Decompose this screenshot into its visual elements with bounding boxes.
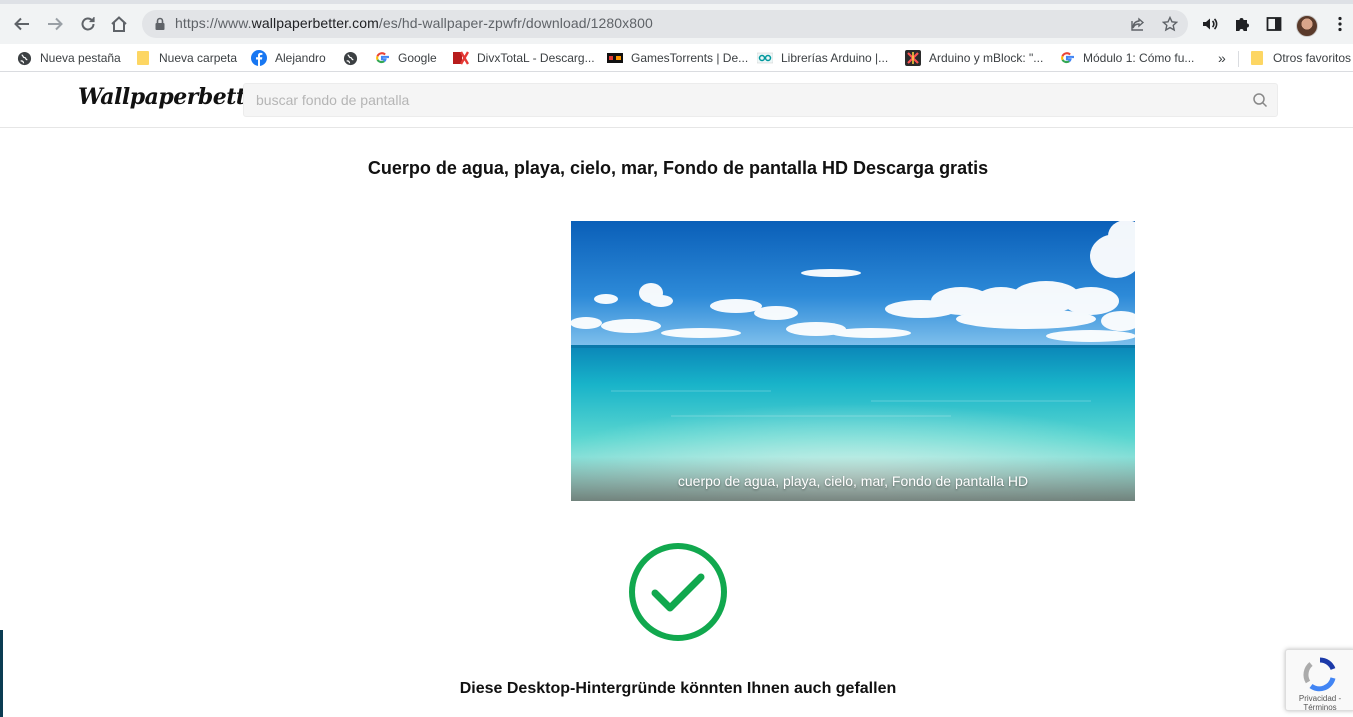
page-title: Cuerpo de agua, playa, cielo, mar, Fondo… <box>367 158 989 178</box>
bookmark-label: Nueva carpeta <box>159 51 238 65</box>
speaker-icon <box>1203 18 1218 30</box>
browser-toolbar: https://www.wallpaperbetter.com/es/hd-wa… <box>0 0 1353 44</box>
suggestions-heading: Diese Desktop-Hintergründe könnten Ihnen… <box>459 680 897 697</box>
folder-icon <box>1249 50 1265 66</box>
bookmark-gamestorrents[interactable]: GamesTorrents | De... <box>607 48 748 68</box>
bookmark-label: Módulo 1: Cómo fu... <box>1083 51 1195 65</box>
sidepanel-icon <box>1266 17 1282 31</box>
extensions-button[interactable] <box>1233 15 1251 33</box>
bookmark-nueva-carpeta[interactable]: Nueva carpeta <box>135 48 237 68</box>
bookmark-librerias-arduino[interactable]: Librerías Arduino |... <box>757 48 888 68</box>
profile-avatar[interactable] <box>1296 15 1318 37</box>
share-icon[interactable] <box>1130 16 1146 32</box>
mblock-icon <box>905 50 921 66</box>
search-box <box>243 83 1278 117</box>
recaptcha-terms-link[interactable]: Términos <box>1303 703 1336 710</box>
bookmark-label: Nueva pestaña <box>40 51 121 65</box>
facebook-icon <box>251 50 267 66</box>
window-edge <box>0 630 3 717</box>
star-icon[interactable] <box>1162 16 1178 32</box>
bookmark-globe[interactable] <box>342 48 366 68</box>
folder-icon <box>135 50 151 66</box>
lock-icon[interactable] <box>154 17 166 31</box>
bookmarks-overflow-button[interactable]: » <box>1218 48 1226 68</box>
bookmarks-bar: Nueva pestaña Nueva carpeta Alejandro Go… <box>0 44 1353 72</box>
recaptcha-privacy-link[interactable]: Privacidad <box>1299 694 1336 703</box>
image-caption: cuerpo de agua, playa, cielo, mar, Fondo… <box>571 457 1135 501</box>
puzzle-icon <box>1236 18 1249 31</box>
site-header: Wallpaperbetter <box>0 72 1353 128</box>
search-icon[interactable] <box>1252 92 1268 108</box>
bookmark-label: GamesTorrents | De... <box>631 51 749 65</box>
bookmark-label: Google <box>398 51 437 65</box>
google-icon <box>1059 50 1075 66</box>
search-input[interactable] <box>256 90 1236 110</box>
wallpaper-image[interactable]: cuerpo de agua, playa, cielo, mar, Fondo… <box>571 221 1135 501</box>
bookmark-otros-favoritos[interactable]: Otros favoritos <box>1249 48 1351 68</box>
bookmark-google[interactable]: Google <box>374 48 437 68</box>
url-path: /es/hd-wallpaper-zpwfr/download/1280x800 <box>378 15 653 31</box>
reload-button[interactable] <box>76 12 100 36</box>
sidepanel-button[interactable] <box>1265 15 1283 33</box>
globe-icon <box>16 50 32 66</box>
bookmark-label: DivxTotaL - Descarg... <box>477 51 595 65</box>
forward-icon <box>48 17 63 31</box>
site-logo[interactable]: Wallpaperbetter <box>78 84 271 110</box>
bookmark-divxtotal[interactable]: DivxTotaL - Descarg... <box>453 48 595 68</box>
bookmark-arduino-mblock[interactable]: Arduino y mBlock: "... <box>905 48 1043 68</box>
globe-icon <box>342 50 358 66</box>
home-icon <box>111 16 127 32</box>
recaptcha-badge[interactable]: Privacidad - Términos <box>1285 649 1353 711</box>
google-icon <box>374 50 390 66</box>
kebab-menu-icon <box>1338 16 1342 32</box>
back-icon <box>14 17 29 31</box>
reload-icon <box>81 17 95 31</box>
recaptcha-separator: - <box>1336 694 1342 703</box>
bookmark-label: Librerías Arduino |... <box>781 51 889 65</box>
bookmark-label: Arduino y mBlock: "... <box>929 51 1044 65</box>
url-prefix: https://www. <box>175 15 252 31</box>
speaker-button[interactable] <box>1201 15 1219 33</box>
home-button[interactable] <box>107 12 131 36</box>
bookmark-modulo-1[interactable]: Módulo 1: Cómo fu... <box>1059 48 1194 68</box>
bookmarks-divider <box>1238 51 1239 67</box>
address-bar[interactable]: https://www.wallpaperbetter.com/es/hd-wa… <box>142 10 1188 38</box>
bookmark-nueva-pestana[interactable]: Nueva pestaña <box>16 48 121 68</box>
url-text[interactable]: https://www.wallpaperbetter.com/es/hd-wa… <box>175 15 653 31</box>
bookmark-label: Alejandro <box>275 51 326 65</box>
arduino-icon <box>757 50 773 66</box>
recaptcha-links: Privacidad - Términos <box>1286 694 1353 710</box>
bookmark-label: Otros favoritos <box>1273 51 1352 65</box>
menu-button[interactable] <box>1331 15 1349 33</box>
chevron-double-right-icon: » <box>1218 50 1226 66</box>
gamestorrents-icon <box>607 50 623 66</box>
divxtotal-icon <box>453 50 469 66</box>
success-check-icon <box>629 543 727 641</box>
back-button[interactable] <box>10 12 34 36</box>
image-caption-text: cuerpo de agua, playa, cielo, mar, Fondo… <box>677 473 1029 489</box>
bookmark-alejandro[interactable]: Alejandro <box>251 48 326 68</box>
url-host: wallpaperbetter.com <box>251 15 379 31</box>
recaptcha-icon <box>1303 657 1336 692</box>
forward-button[interactable] <box>43 12 67 36</box>
